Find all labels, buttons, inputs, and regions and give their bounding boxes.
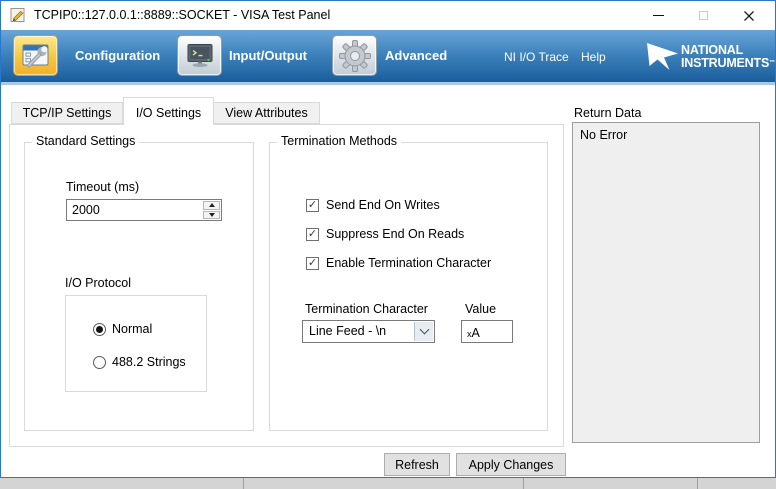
standard-settings-group: Standard Settings Timeout (ms) I/O Proto… [24,142,254,431]
checkbox-send-end-on-writes-label: Send End On Writes [326,198,440,212]
return-data-box: No Error [572,122,760,443]
checkbox-send-end-on-writes[interactable]: ✓ Send End On Writes [306,198,440,212]
close-button[interactable] [726,1,771,30]
apply-changes-button[interactable]: Apply Changes [456,453,566,476]
tab-tcpip-settings[interactable]: TCP/IP Settings [11,102,123,124]
ni-eagle-logo [645,39,681,75]
ni-brand-logo: NATIONAL INSTRUMENTS™ [645,39,775,75]
value-field[interactable]: xA [461,320,513,343]
refresh-button[interactable]: Refresh [384,453,450,476]
dropdown-button[interactable] [414,322,433,341]
timeout-input[interactable] [67,200,199,220]
arrow-up-icon [209,203,215,207]
window-wrench-icon [20,40,52,72]
arrow-down-icon [209,213,215,217]
timeout-spin-up-button[interactable] [203,201,220,210]
tab-view-attributes[interactable]: View Attributes [213,102,320,124]
tab-io-settings[interactable]: I/O Settings [123,97,214,125]
timeout-label: Timeout (ms) [66,180,139,194]
radio-4882-strings[interactable]: 488.2 Strings [93,355,186,369]
io-protocol-label: I/O Protocol [65,276,131,290]
checkbox-icon: ✓ [306,228,319,241]
brand-trademark: ™ [769,60,775,66]
input-output-button[interactable] [177,35,222,76]
chevron-down-icon [419,325,429,335]
maximize-icon [699,11,708,20]
standard-settings-legend: Standard Settings [32,134,139,148]
checkbox-icon: ✓ [306,199,319,212]
termination-character-label: Termination Character [305,302,428,316]
checkbox-suppress-end-on-reads-label: Suppress End On Reads [326,227,464,241]
checkbox-suppress-end-on-reads[interactable]: ✓ Suppress End On Reads [306,227,464,241]
value-char: A [472,326,480,340]
toolbar: Configuration Input/Output [1,30,775,85]
window-title: TCPIP0::127.0.0.1::8889::SOCKET - VISA T… [34,1,330,30]
close-icon [743,10,755,22]
menu-ni-io-trace[interactable]: NI I/O Trace [504,50,569,64]
menu-help[interactable]: Help [581,50,606,64]
toolbar-item-configuration-label: Configuration [75,48,160,63]
timeout-spinner [203,201,220,219]
titlebar[interactable]: TCPIP0::127.0.0.1::8889::SOCKET - VISA T… [1,1,775,30]
return-data-value: No Error [580,128,627,142]
visa-test-panel-window: TCPIP0::127.0.0.1::8889::SOCKET - VISA T… [0,0,776,478]
background-desktop-strip [0,478,776,489]
radio-button-icon [93,323,106,336]
radio-normal[interactable]: Normal [93,322,152,336]
brand-line2: INSTRUMENTS [681,56,769,70]
toolbar-item-input-output-label: Input/Output [229,48,307,63]
background-divider [697,478,698,489]
gear-icon [338,39,372,73]
io-protocol-box: Normal 488.2 Strings [65,295,207,392]
termination-character-dropdown[interactable]: Line Feed - \n [302,320,435,343]
advanced-button[interactable] [332,35,377,76]
value-label: Value [465,302,496,316]
background-divider [243,478,244,489]
minimize-icon [653,15,664,16]
termination-methods-group: Termination Methods ✓ Send End On Writes… [269,142,548,431]
radio-button-icon [93,356,106,369]
radio-normal-label: Normal [112,322,152,336]
return-data-label: Return Data [574,106,641,120]
window-controls [636,1,771,30]
tab-tcpip-settings-label: TCP/IP Settings [23,106,112,120]
timeout-field [66,199,222,221]
timeout-spin-down-button[interactable] [203,211,220,220]
termination-methods-legend: Termination Methods [277,134,401,148]
toolbar-item-advanced-label: Advanced [385,48,447,63]
termination-character-value: Line Feed - \n [309,324,386,338]
checkbox-enable-termination-character[interactable]: ✓ Enable Termination Character [306,256,491,270]
configuration-button[interactable] [13,35,58,76]
checkbox-icon: ✓ [306,257,319,270]
app-icon [10,7,26,23]
radio-4882-strings-label: 488.2 Strings [112,355,186,369]
tab-io-settings-label: I/O Settings [136,106,201,120]
minimize-button[interactable] [636,1,681,30]
background-divider [523,478,524,489]
maximize-button[interactable] [681,1,726,30]
terminal-monitor-icon [185,41,215,71]
tab-view-attributes-label: View Attributes [225,106,307,120]
checkbox-enable-termination-character-label: Enable Termination Character [326,256,491,270]
